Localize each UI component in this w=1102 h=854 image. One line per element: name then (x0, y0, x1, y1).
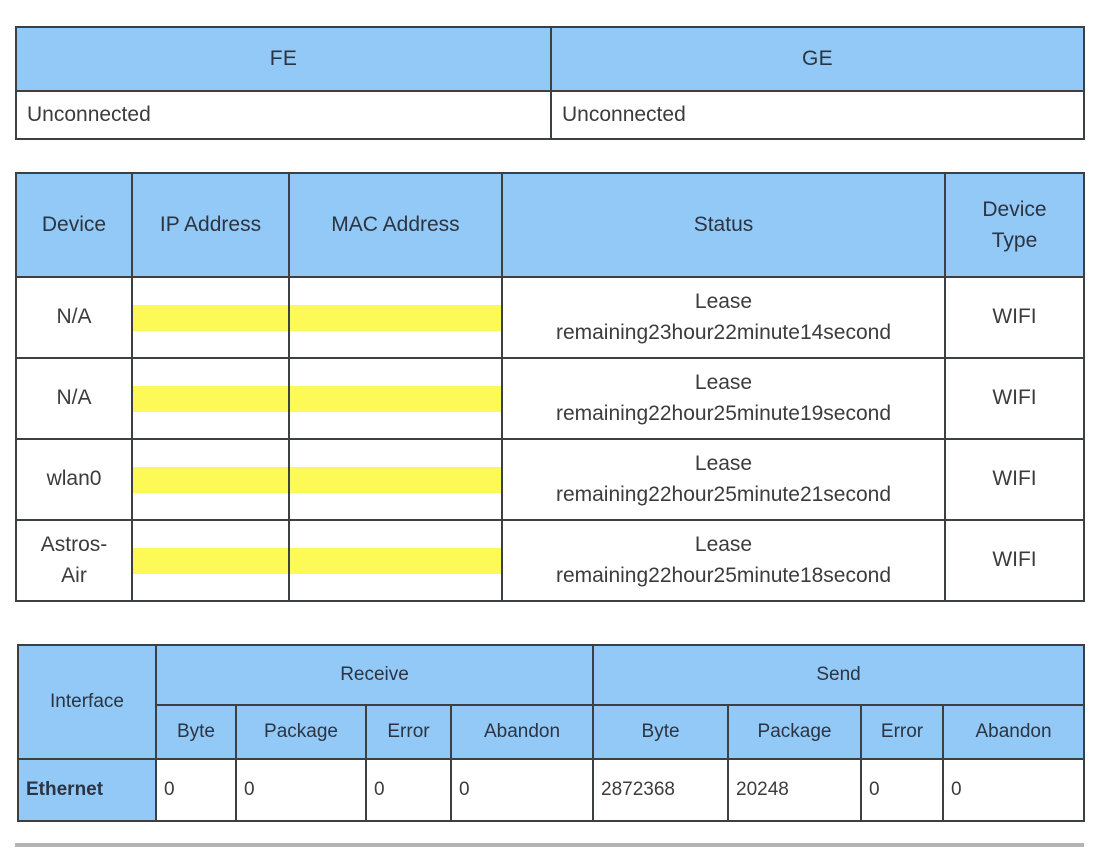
redaction-bar (134, 466, 287, 493)
cell-device-type: WIFI (944, 357, 1085, 440)
column-group-header-send: Send (592, 644, 1086, 706)
cell-receive-byte: 0 (155, 758, 237, 822)
table-header-row: Device IP Address MAC Address Status Dev… (15, 172, 1085, 278)
cell-device: Astros- Air (15, 519, 133, 602)
row-header-interface-name: Ethernet (17, 758, 157, 822)
cell-send-package: 20248 (727, 758, 863, 822)
column-header-device: Device (15, 172, 133, 278)
column-header-receive-package: Package (235, 704, 367, 760)
table-row: Unconnected Unconnected (15, 90, 1085, 140)
cell-mac-address (288, 276, 503, 359)
cell-status: Lease remaining22hour25minute18second (501, 519, 946, 602)
device-type-header-line-2: Type (991, 229, 1038, 252)
table-row: Ethernet 0 0 0 0 2872368 20248 0 0 (17, 758, 1086, 822)
column-header-send-byte: Byte (592, 704, 730, 760)
cell-ip-address (131, 438, 290, 521)
device-type-header-line-1: Device (982, 197, 1047, 221)
redaction-bar (291, 466, 500, 493)
next-table-top-edge (15, 843, 1084, 847)
cell-device-type: WIFI (944, 438, 1085, 521)
redaction-bar (291, 547, 500, 574)
cell-device-type: WIFI (944, 519, 1085, 602)
status-line-2: remaining23hour22minute14second (555, 320, 892, 344)
cell-device-line-1: Astros- (40, 533, 108, 557)
cell-receive-abandon: 0 (449, 758, 595, 822)
dhcp-client-list-table: Device IP Address MAC Address Status Dev… (15, 172, 1085, 602)
redaction-bar (134, 547, 287, 574)
status-page: FE GE Unconnected Unconnected Device IP … (0, 0, 1102, 854)
cell-device-line-2: Air (61, 563, 87, 587)
cell-send-byte: 2872368 (592, 758, 730, 822)
table-row: Astros- Air Lease remaining22hour25minut… (15, 519, 1085, 602)
cell-device: N/A (15, 357, 133, 440)
cell-device: N/A (15, 276, 133, 359)
redaction-bar (291, 385, 500, 412)
cell-device-type: WIFI (944, 276, 1085, 359)
status-line-2: remaining22hour25minute19second (555, 401, 892, 425)
table-subheader-row: Byte Package Error Abandon Byte Package … (18, 704, 1086, 760)
status-line-2: remaining22hour25minute18second (555, 563, 892, 587)
cell-status: Lease remaining22hour25minute21second (501, 438, 946, 521)
table-header-row: FE GE (15, 26, 1085, 92)
cell-mac-address (288, 438, 503, 521)
interface-statistics-table: Interface Receive Send Byte Package Erro… (17, 644, 1086, 822)
column-header-send-package: Package (727, 704, 863, 760)
redaction-bar (291, 304, 500, 331)
table-row: wlan0 Lease remaining22hour25minute21sec… (15, 438, 1085, 521)
column-group-header-receive: Receive (154, 644, 595, 706)
table-row: N/A Lease remaining22hour25minute19secon… (15, 357, 1085, 440)
column-header-fe: FE (15, 26, 552, 92)
cell-ip-address (131, 519, 290, 602)
column-header-receive-error: Error (365, 704, 452, 760)
redaction-bar (134, 304, 287, 331)
column-header-ip-address: IP Address (131, 172, 290, 278)
status-line-1: Lease (694, 533, 753, 557)
cell-send-abandon: 0 (942, 758, 1086, 822)
table-row: N/A Lease remaining23hour22minute14secon… (15, 276, 1085, 359)
cell-receive-package: 0 (235, 758, 367, 822)
redaction-bar (134, 385, 287, 412)
cell-ip-address (131, 357, 290, 440)
cell-status: Lease remaining23hour22minute14second (501, 276, 946, 359)
column-header-mac-address: MAC Address (288, 172, 503, 278)
cell-status: Lease remaining22hour25minute19second (501, 357, 946, 440)
column-header-device-type: Device Type (944, 172, 1085, 278)
column-header-ge: GE (550, 26, 1085, 92)
column-header-receive-abandon: Abandon (449, 704, 595, 760)
column-header-send-error: Error (860, 704, 945, 760)
cell-ip-address (131, 276, 290, 359)
status-line-1: Lease (694, 371, 753, 395)
wan-link-status-table: FE GE Unconnected Unconnected (15, 26, 1085, 140)
cell-fe-status: Unconnected (15, 90, 552, 140)
column-header-interface: Interface (17, 644, 157, 760)
table-group-header-row: Interface Receive Send (17, 644, 1086, 760)
cell-mac-address (288, 519, 503, 602)
column-header-status: Status (501, 172, 946, 278)
cell-send-error: 0 (860, 758, 945, 822)
column-header-receive-byte: Byte (155, 704, 237, 760)
status-line-2: remaining22hour25minute21second (555, 482, 892, 506)
status-line-1: Lease (694, 452, 753, 476)
cell-device: wlan0 (15, 438, 133, 521)
column-header-send-abandon: Abandon (942, 704, 1086, 760)
cell-mac-address (288, 357, 503, 440)
cell-ge-status: Unconnected (550, 90, 1085, 140)
cell-receive-error: 0 (365, 758, 452, 822)
status-line-1: Lease (694, 290, 753, 314)
